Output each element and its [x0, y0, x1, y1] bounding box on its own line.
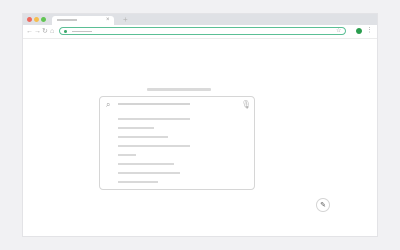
address-bar[interactable]: ☆	[59, 27, 346, 35]
back-icon[interactable]: ←	[26, 27, 33, 36]
forward-icon[interactable]: →	[34, 27, 41, 36]
search-suggestions-panel: ⌕ 🎙	[99, 96, 255, 190]
close-icon[interactable]: ×	[106, 16, 110, 25]
profile-avatar[interactable]	[356, 28, 362, 34]
microphone-icon[interactable]: 🎙	[241, 100, 251, 109]
suggestion-item[interactable]	[118, 181, 158, 183]
bookmark-star-icon[interactable]: ☆	[336, 27, 341, 35]
menu-icon[interactable]: ⋮	[366, 26, 373, 36]
suggestion-item[interactable]	[118, 145, 190, 147]
browser-toolbar: ← → ↻ ⌂ ☆ ⋮	[23, 25, 377, 39]
pencil-icon: ✎	[320, 202, 326, 209]
browser-tab[interactable]: ×	[52, 16, 114, 25]
suggestion-item[interactable]	[118, 136, 168, 138]
search-icon[interactable]: ⌕	[106, 100, 110, 109]
suggestion-item[interactable]	[118, 172, 180, 174]
minimize-window-button[interactable]	[34, 17, 39, 22]
maximize-window-button[interactable]	[41, 17, 46, 22]
home-icon[interactable]: ⌂	[50, 27, 54, 36]
reload-icon[interactable]: ↻	[42, 27, 48, 36]
title-bar: × +	[23, 14, 377, 25]
suggestion-item[interactable]	[118, 154, 136, 156]
search-input[interactable]	[118, 103, 190, 105]
page-heading-placeholder	[147, 88, 211, 91]
close-window-button[interactable]	[27, 17, 32, 22]
edit-button[interactable]: ✎	[316, 198, 330, 212]
tab-title-placeholder	[57, 19, 77, 21]
new-tab-icon[interactable]: +	[123, 15, 128, 24]
suggestion-item[interactable]	[118, 163, 174, 165]
url-placeholder	[72, 31, 92, 32]
suggestion-item[interactable]	[118, 127, 154, 129]
suggestion-item[interactable]	[118, 118, 190, 120]
secure-indicator-icon	[64, 30, 67, 33]
